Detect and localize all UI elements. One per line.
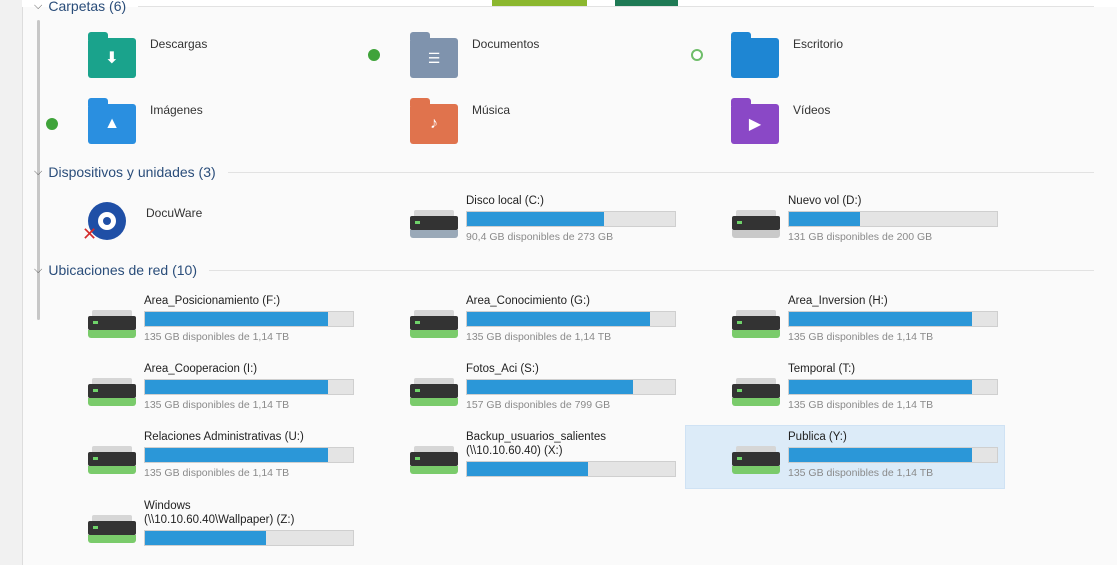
network-drive-icon (86, 511, 138, 547)
left-edge (0, 0, 23, 565)
drive-name: Area_Conocimiento (G:) (466, 295, 590, 307)
folder-musica[interactable]: ♪ Música (410, 98, 511, 144)
drive-name: Windows (144, 500, 191, 512)
section-red[interactable]: ⌵ Ubicaciones de red (10) (34, 262, 1094, 278)
network-drive-icon (730, 306, 782, 342)
network-drive-icon (408, 442, 460, 478)
drive-free-space: 135 GB disponibles de 1,14 TB (788, 467, 934, 479)
folder-label: Música (472, 103, 511, 117)
drive-free-space: 135 GB disponibles de 1,14 TB (788, 331, 934, 343)
documents-folder-icon: ☰ (410, 32, 458, 78)
device-label: DocuWare (146, 206, 203, 220)
folder-documentos[interactable]: ☰ Documentos (410, 32, 540, 78)
capacity-bar (144, 530, 354, 546)
network-drive-h[interactable]: Area_Inversion (H:) 135 GB disponibles d… (730, 294, 998, 343)
drive-path: (\\10.10.60.40) (X:) (466, 445, 563, 457)
device-docuware[interactable]: ✕ DocuWare (82, 198, 203, 244)
drive-name: Disco local (C:) (466, 195, 544, 207)
network-drive-g[interactable]: Area_Conocimiento (G:) 135 GB disponible… (408, 294, 676, 343)
capacity-bar (466, 379, 676, 395)
network-drive-icon (408, 306, 460, 342)
drive-free-space: 135 GB disponibles de 1,14 TB (144, 399, 290, 411)
network-drive-i[interactable]: Area_Cooperacion (I:) 135 GB disponibles… (86, 362, 354, 411)
folder-escritorio[interactable]: Escritorio (731, 32, 844, 78)
capacity-bar (466, 211, 676, 227)
capacity-bar (144, 379, 354, 395)
section-carpetas-label: Carpetas (6) (48, 0, 127, 14)
drive-free-space: 131 GB disponibles de 200 GB (788, 231, 933, 243)
chevron-down-icon[interactable]: ⌵ (34, 0, 42, 13)
network-drive-icon (86, 306, 138, 342)
folder-videos[interactable]: ▶ Vídeos (731, 98, 831, 144)
network-drive-icon (86, 442, 138, 478)
network-drive-u[interactable]: Relaciones Administrativas (U:) 135 GB d… (86, 430, 354, 479)
network-drive-s[interactable]: Fotos_Aci (S:) 157 GB disponibles de 799… (408, 362, 676, 411)
divider (208, 269, 1094, 271)
capacity-bar (466, 461, 676, 477)
folder-label: Documentos (472, 37, 540, 51)
drive-name: Fotos_Aci (S:) (466, 363, 539, 375)
folder-label: Escritorio (793, 37, 844, 51)
pictures-folder-icon: ▲ (88, 98, 136, 144)
drive-free-space: 90,4 GB disponibles de 273 GB (466, 231, 614, 243)
desktop-folder-icon (731, 32, 779, 78)
chevron-down-icon[interactable]: ⌵ (34, 166, 42, 179)
network-drive-icon (408, 374, 460, 410)
docuware-icon: ✕ (82, 198, 130, 244)
capacity-bar (788, 311, 998, 327)
folder-label: Vídeos (793, 103, 831, 117)
sync-status-icon (368, 49, 380, 61)
folder-label: Imágenes (150, 103, 203, 117)
drive-free-space: 135 GB disponibles de 1,14 TB (144, 467, 290, 479)
folder-imagenes[interactable]: ▲ Imágenes (88, 98, 203, 144)
drive-path: (\\10.10.60.40\Wallpaper) (Z:) (144, 514, 295, 526)
drive-name: Backup_usuarios_salientes (466, 431, 607, 443)
capacity-bar (788, 211, 998, 227)
music-folder-icon: ♪ (410, 98, 458, 144)
folder-label: Descargas (150, 37, 208, 51)
section-dispositivos-label: Dispositivos y unidades (3) (48, 164, 216, 180)
drive-name: Area_Posicionamiento (F:) (144, 295, 281, 307)
section-red-label: Ubicaciones de red (10) (48, 262, 197, 278)
network-drive-icon (86, 374, 138, 410)
chevron-down-icon[interactable]: ⌵ (34, 264, 42, 277)
capacity-bar (144, 311, 354, 327)
drive-icon (730, 206, 782, 242)
drive-d[interactable]: Nuevo vol (D:) 131 GB disponibles de 200… (730, 194, 998, 243)
capacity-bar (788, 447, 998, 463)
drive-name: Publica (Y:) (788, 431, 847, 443)
capacity-bar (144, 447, 354, 463)
download-folder-icon: ⬇ (88, 32, 136, 78)
drive-name: Nuevo vol (D:) (788, 195, 862, 207)
network-drive-x[interactable]: Backup_usuarios_salientes (\\10.10.60.40… (408, 430, 676, 478)
drive-name: Area_Cooperacion (I:) (144, 363, 258, 375)
network-drive-y[interactable]: Publica (Y:) 135 GB disponibles de 1,14 … (730, 430, 998, 479)
drive-free-space: 135 GB disponibles de 1,14 TB (466, 331, 612, 343)
network-drive-t[interactable]: Temporal (T:) 135 GB disponibles de 1,14… (730, 362, 998, 411)
capacity-bar (466, 311, 676, 327)
windows-drive-icon (408, 206, 460, 242)
sync-status-icon (691, 49, 703, 61)
network-drive-icon (730, 442, 782, 478)
network-drive-f[interactable]: Area_Posicionamiento (F:) 135 GB disponi… (86, 294, 354, 343)
videos-folder-icon: ▶ (731, 98, 779, 144)
divider (138, 5, 1094, 7)
section-carpetas[interactable]: ⌵ Carpetas (6) (34, 0, 1094, 14)
sync-status-icon (46, 118, 58, 130)
drive-free-space: 135 GB disponibles de 1,14 TB (788, 399, 934, 411)
drive-free-space: 157 GB disponibles de 799 GB (466, 399, 611, 411)
drive-c[interactable]: Disco local (C:) 90,4 GB disponibles de … (408, 194, 676, 243)
section-dispositivos[interactable]: ⌵ Dispositivos y unidades (3) (34, 164, 1094, 180)
network-drive-z[interactable]: Windows (\\10.10.60.40\Wallpaper) (Z:) (86, 499, 354, 547)
folder-descargas[interactable]: ⬇ Descargas (88, 32, 208, 78)
network-drive-icon (730, 374, 782, 410)
drive-free-space: 135 GB disponibles de 1,14 TB (144, 331, 290, 343)
drive-name: Area_Inversion (H:) (788, 295, 888, 307)
divider (227, 171, 1094, 173)
drive-name: Relaciones Administrativas (U:) (144, 431, 304, 443)
drive-name: Temporal (T:) (788, 363, 856, 375)
capacity-bar (788, 379, 998, 395)
